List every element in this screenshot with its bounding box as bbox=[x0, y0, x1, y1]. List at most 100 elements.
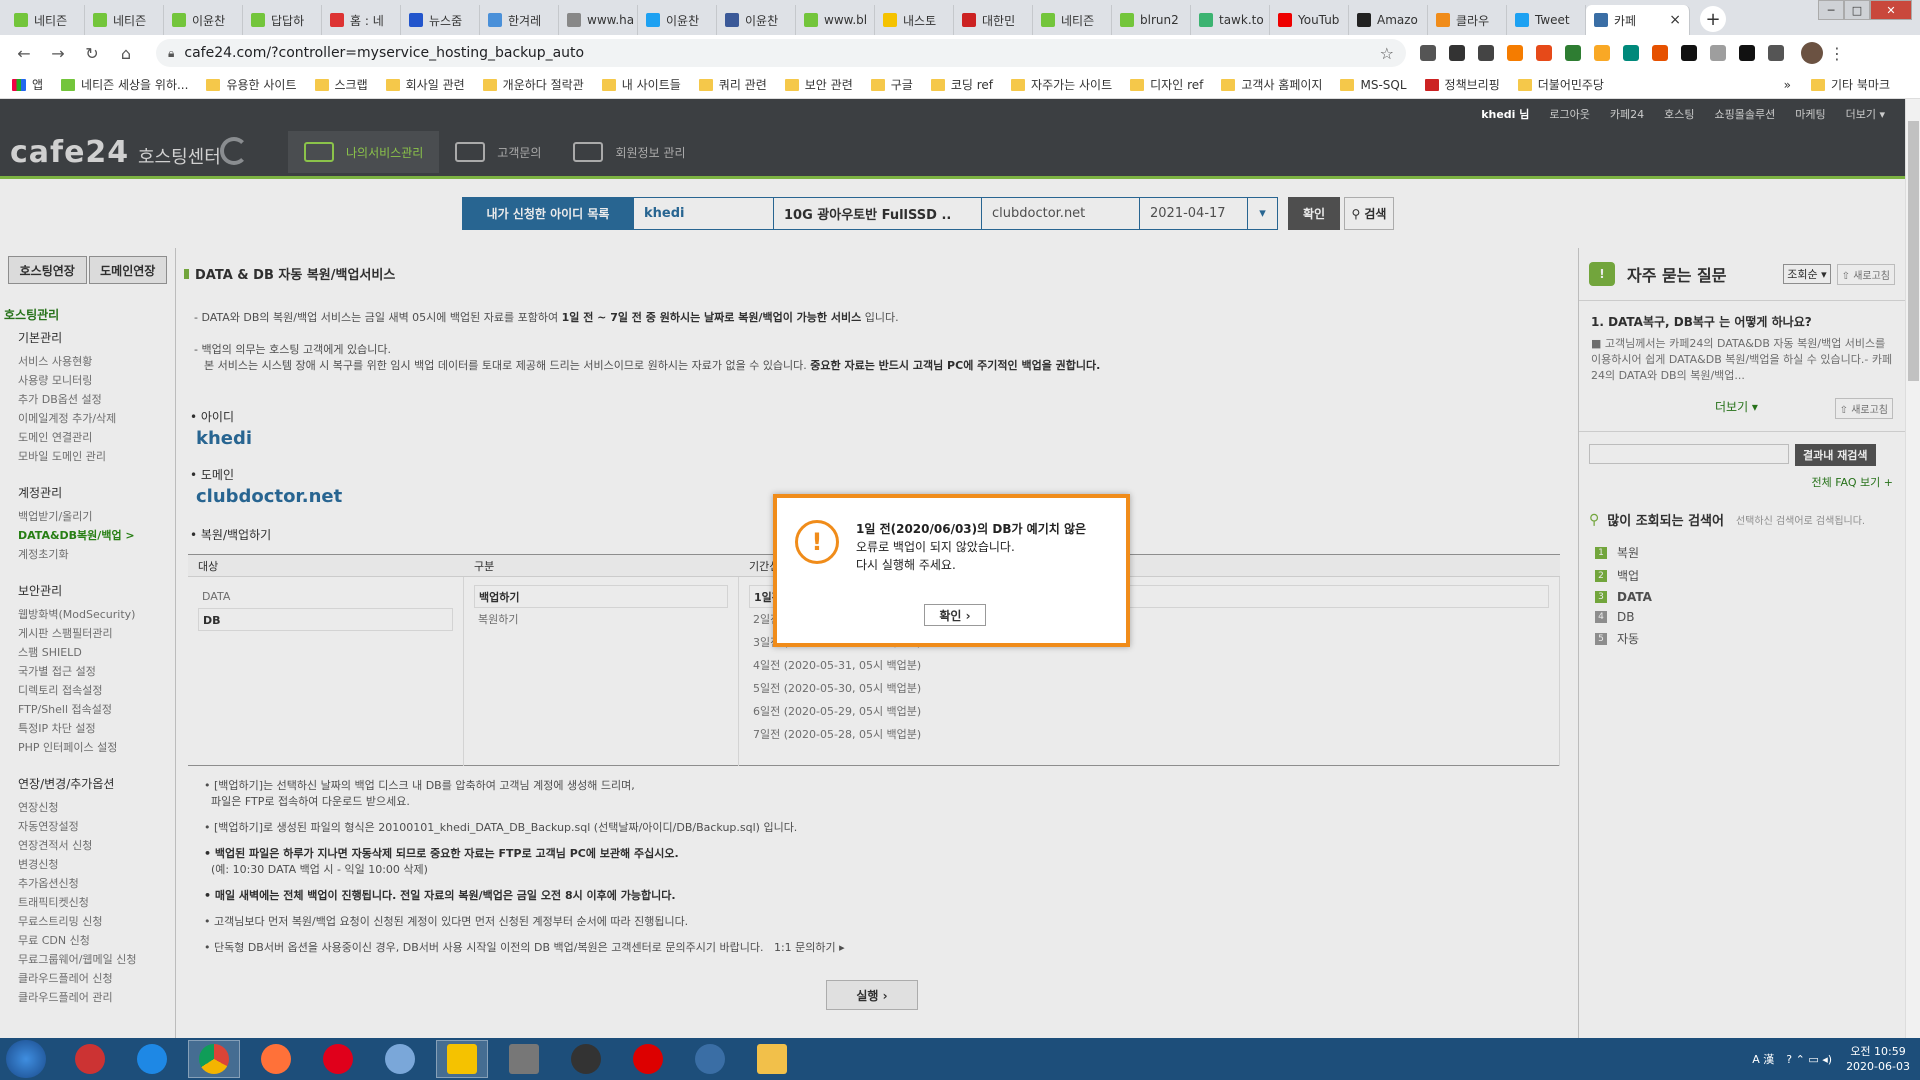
taskbar-app[interactable] bbox=[250, 1040, 302, 1078]
new-tab-button[interactable]: + bbox=[1700, 6, 1726, 32]
browser-toolbar: ← → ↻ ⌂ 🔒︎ cafe24.com/?controller=myserv… bbox=[0, 35, 1920, 71]
bookmark-item[interactable]: 코딩 ref bbox=[930, 76, 993, 93]
browser-tab[interactable]: 한겨레 bbox=[480, 5, 559, 35]
bookmark-item[interactable]: 디자인 ref bbox=[1130, 76, 1203, 93]
profile-avatar[interactable] bbox=[1801, 42, 1823, 64]
browser-tab[interactable]: tawk.to bbox=[1191, 5, 1270, 35]
bookmark-item[interactable]: 보안 관련 bbox=[784, 76, 853, 93]
nav-myservice[interactable]: 나의서비스관리 bbox=[288, 131, 440, 173]
bookmark-item[interactable]: 더불어민주당 bbox=[1517, 76, 1604, 93]
bookmark-star-icon[interactable]: ☆ bbox=[1380, 44, 1394, 63]
bookmark-item[interactable]: 고객사 홈페이지 bbox=[1221, 76, 1322, 93]
extension-icon[interactable] bbox=[1623, 45, 1639, 61]
bookmark-item[interactable]: 개운하다 절락관 bbox=[482, 76, 584, 93]
browser-tab-active[interactable]: 카페 × bbox=[1586, 5, 1690, 35]
extension-icon[interactable] bbox=[1449, 45, 1465, 61]
app-icon bbox=[509, 1044, 539, 1074]
tab-label: 이윤찬 bbox=[745, 13, 779, 28]
dialog-ok-button[interactable]: 확인 › bbox=[924, 604, 986, 626]
download-icon[interactable] bbox=[1710, 45, 1726, 61]
back-icon[interactable]: ← bbox=[10, 39, 38, 67]
bookmark-item[interactable]: 스크랩 bbox=[314, 76, 368, 93]
clock[interactable]: 오전 10:59 2020-06-03 bbox=[1846, 1044, 1910, 1074]
taskbar-app[interactable] bbox=[312, 1040, 364, 1078]
browser-tab[interactable]: www.bl bbox=[796, 5, 875, 35]
logout-link[interactable]: 로그아웃 bbox=[1549, 106, 1589, 122]
browser-tab[interactable]: 클라우 bbox=[1428, 5, 1507, 35]
bookmark-item[interactable]: 구글 bbox=[870, 76, 913, 93]
extension-icon[interactable] bbox=[1652, 45, 1668, 61]
extension-icon[interactable] bbox=[1420, 45, 1436, 61]
marketing-link[interactable]: 마케팅 bbox=[1795, 106, 1825, 122]
taskbar-app[interactable] bbox=[684, 1040, 736, 1078]
cafe24-link[interactable]: 카페24 bbox=[1610, 106, 1644, 122]
browser-tab[interactable]: 뉴스줌 bbox=[401, 5, 480, 35]
bookmark-item[interactable]: 유용한 사이트 bbox=[206, 76, 297, 93]
bookmark-item[interactable]: 회사일 관련 bbox=[385, 76, 465, 93]
tab-label: 홈 : 네 bbox=[350, 13, 384, 28]
taskbar-app[interactable] bbox=[560, 1040, 612, 1078]
extension-icon[interactable] bbox=[1478, 45, 1494, 61]
browser-tab[interactable]: 이윤찬 bbox=[717, 5, 796, 35]
extension-icon[interactable] bbox=[1768, 45, 1784, 61]
bookmark-item[interactable]: 앱 bbox=[12, 76, 43, 93]
taskbar-app[interactable] bbox=[374, 1040, 426, 1078]
close-tab-icon[interactable]: × bbox=[1669, 12, 1681, 28]
browser-tab[interactable]: 답답하 bbox=[243, 5, 322, 35]
browser-tab[interactable]: Amazo bbox=[1349, 5, 1428, 35]
maximize-button[interactable]: □ bbox=[1844, 0, 1870, 20]
taskbar-app[interactable] bbox=[436, 1040, 488, 1078]
bookmarks-more-icon[interactable]: » bbox=[1784, 78, 1791, 92]
extension-icon[interactable] bbox=[1739, 45, 1755, 61]
extension-icon[interactable] bbox=[1536, 45, 1552, 61]
scrollbar-thumb[interactable] bbox=[1908, 121, 1919, 381]
browser-tab[interactable]: 이윤찬 bbox=[164, 5, 243, 35]
other-bookmarks[interactable]: 기타 북마크 bbox=[1810, 76, 1890, 93]
start-button[interactable] bbox=[6, 1040, 46, 1078]
browser-tab[interactable]: YouTub bbox=[1270, 5, 1349, 35]
hosting-link[interactable]: 호스팅 bbox=[1664, 106, 1694, 122]
tray-icons[interactable]: ? ⌃ ▭ ◂) bbox=[1786, 1053, 1832, 1066]
taskbar-app[interactable] bbox=[746, 1040, 798, 1078]
page-scrollbar[interactable] bbox=[1905, 99, 1920, 1038]
nav-inquiry[interactable]: 고객문의 bbox=[439, 131, 557, 173]
home-icon[interactable]: ⌂ bbox=[112, 39, 140, 67]
bookmark-item[interactable]: 네티즌 세상을 위하... bbox=[61, 76, 188, 93]
extension-icon[interactable] bbox=[1681, 45, 1697, 61]
bookmark-item[interactable]: 내 사이트들 bbox=[601, 76, 681, 93]
browser-tab[interactable]: Tweet bbox=[1507, 5, 1586, 35]
browser-tab[interactable]: 이윤찬 bbox=[638, 5, 717, 35]
evernote-icon[interactable] bbox=[1565, 45, 1581, 61]
bookmark-item[interactable]: 자주가는 사이트 bbox=[1011, 76, 1112, 93]
bookmark-item[interactable]: 정책브리핑 bbox=[1424, 76, 1500, 93]
taskbar-app[interactable] bbox=[64, 1040, 116, 1078]
browser-tab[interactable]: 내스토 bbox=[875, 5, 954, 35]
extension-icon[interactable] bbox=[1594, 45, 1610, 61]
browser-tab[interactable]: 홈 : 네 bbox=[322, 5, 401, 35]
taskbar-app[interactable] bbox=[622, 1040, 674, 1078]
forward-icon[interactable]: → bbox=[44, 39, 72, 67]
browser-tab[interactable]: www.ha bbox=[559, 5, 638, 35]
reload-icon[interactable]: ↻ bbox=[78, 39, 106, 67]
browser-tab[interactable]: 네티즌 bbox=[1033, 5, 1112, 35]
shop-solution-link[interactable]: 쇼핑몰솔루션 bbox=[1715, 106, 1776, 122]
taskbar-app[interactable] bbox=[498, 1040, 550, 1078]
browser-tab[interactable]: 네티즌 bbox=[6, 5, 85, 35]
browser-tab[interactable]: 대한민 bbox=[954, 5, 1033, 35]
browser-tab[interactable]: blrun2 bbox=[1112, 5, 1191, 35]
menu-icon[interactable]: ⋮ bbox=[1823, 39, 1851, 67]
close-window-button[interactable]: ✕ bbox=[1870, 0, 1912, 20]
bookmark-item[interactable]: MS-SQL bbox=[1340, 78, 1407, 92]
cafe24-logo[interactable]: cafe24 bbox=[10, 135, 129, 170]
browser-tab[interactable]: 네티즌 bbox=[85, 5, 164, 35]
taskbar-app[interactable] bbox=[188, 1040, 240, 1078]
address-bar[interactable]: 🔒︎ cafe24.com/?controller=myservice_host… bbox=[156, 39, 1406, 67]
more-link[interactable]: 더보기 ▾ bbox=[1846, 106, 1885, 122]
nav-member[interactable]: 회원정보 관리 bbox=[557, 131, 701, 173]
ime-indicator[interactable]: A 漢 bbox=[1752, 1051, 1774, 1067]
minimize-button[interactable]: ─ bbox=[1818, 0, 1844, 20]
taskbar-app[interactable] bbox=[126, 1040, 178, 1078]
rss-icon[interactable] bbox=[1507, 45, 1523, 61]
bookmark-item[interactable]: 쿼리 관련 bbox=[698, 76, 767, 93]
tab-favicon bbox=[725, 13, 739, 27]
